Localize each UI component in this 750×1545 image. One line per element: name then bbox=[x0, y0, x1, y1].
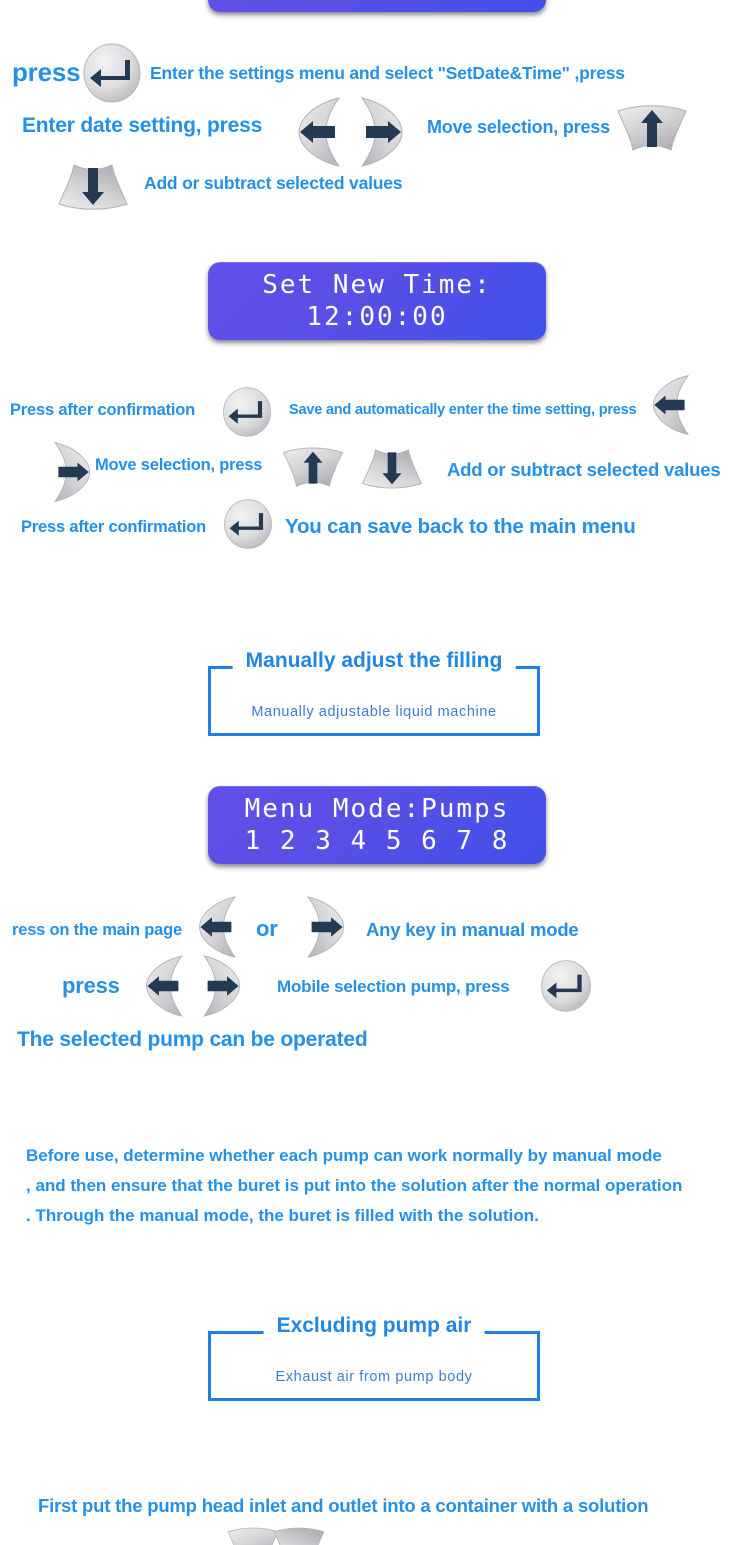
right-arrow-key-2[interactable] bbox=[48, 439, 93, 510]
label-press-after-confirmation-2: Press after confirmation bbox=[21, 518, 207, 536]
lcd-display-menu-mode-pumps: Menu Mode:Pumps 1 2 3 4 5 6 7 8 bbox=[208, 786, 546, 864]
label-enter-settings-menu: Enter the settings menu and select "SetD… bbox=[150, 63, 625, 83]
down-arrow-key-2[interactable] bbox=[360, 447, 424, 494]
instruction-page: press Enter the settings menu and select… bbox=[0, 0, 750, 1545]
left-arrow-key[interactable] bbox=[295, 96, 347, 173]
lcd-display-set-time: Set New Time: 12:00:00 bbox=[208, 262, 546, 340]
section-box-manual-filling: Manually adjust the filling Manually adj… bbox=[208, 649, 540, 736]
right-arrow-key-3[interactable] bbox=[301, 893, 347, 966]
label-move-selection-2: Move selection, press bbox=[95, 456, 263, 474]
label-move-selection-1: Move selection, press bbox=[427, 117, 610, 137]
enter-key[interactable] bbox=[81, 42, 143, 109]
left-arrow-key-4[interactable] bbox=[143, 952, 189, 1025]
paragraph-line: . Through the manual mode, the buret is … bbox=[26, 1206, 539, 1225]
lcd-line-1: Menu Mode:Pumps bbox=[244, 794, 510, 824]
up-arrow-key-2[interactable] bbox=[281, 447, 345, 494]
paragraph-line: Before use, determine whether each pump … bbox=[26, 1146, 662, 1165]
enter-key-3[interactable] bbox=[222, 497, 274, 556]
paragraph-before-use: Before use, determine whether each pump … bbox=[26, 1141, 682, 1231]
lcd-line-2: 12:00:00 bbox=[306, 301, 448, 332]
paragraph-line: , and then ensure that the buret is put … bbox=[26, 1176, 683, 1195]
lcd-line-2: 1 2 3 4 5 6 7 8 bbox=[244, 825, 510, 856]
label-add-subtract-1: Add or subtract selected values bbox=[144, 173, 403, 193]
right-arrow-key-4[interactable] bbox=[197, 952, 243, 1025]
lcd-display-top-clipped bbox=[208, 0, 546, 12]
section-box-title: Manually adjust the filling bbox=[232, 649, 516, 673]
enter-key-4[interactable] bbox=[539, 958, 593, 1019]
label-press: press bbox=[12, 57, 81, 87]
label-mobile-selection-pump: Mobile selection pump, press bbox=[277, 977, 510, 996]
label-add-subtract-2: Add or subtract selected values bbox=[447, 459, 721, 480]
label-any-key-manual-mode: Any key in manual mode bbox=[366, 919, 579, 940]
label-first-put-pump-head: First put the pump head inlet and outlet… bbox=[38, 1495, 649, 1516]
left-arrow-key-2[interactable] bbox=[650, 372, 695, 443]
label-press-after-confirmation-1: Press after confirmation bbox=[10, 401, 196, 419]
lcd-line-1: Set New Time: bbox=[262, 270, 492, 300]
section-box-subtitle: Manually adjustable liquid machine bbox=[251, 704, 497, 720]
label-save-back-main-menu: You can save back to the main menu bbox=[285, 515, 636, 538]
down-arrow-key[interactable] bbox=[56, 162, 130, 215]
right-arrow-key[interactable] bbox=[354, 96, 406, 173]
section-box-excluding-pump-air: Excluding pump air Exhaust air from pump… bbox=[208, 1314, 540, 1401]
down-arrow-key-3-clipped[interactable] bbox=[272, 1527, 326, 1545]
label-selected-pump-operated: The selected pump can be operated bbox=[17, 1028, 368, 1051]
label-press-2: press bbox=[62, 973, 120, 998]
section-box-subtitle: Exhaust air from pump body bbox=[275, 1369, 473, 1385]
label-enter-date-setting: Enter date setting, press bbox=[22, 114, 263, 137]
label-save-enter-time-setting: Save and automatically enter the time se… bbox=[289, 402, 637, 418]
section-box-title: Excluding pump air bbox=[263, 1314, 485, 1338]
label-press-on-main-page: ress on the main page bbox=[12, 921, 183, 939]
up-arrow-key[interactable] bbox=[615, 105, 689, 158]
enter-key-2[interactable] bbox=[221, 385, 273, 444]
label-or: or bbox=[256, 916, 278, 941]
